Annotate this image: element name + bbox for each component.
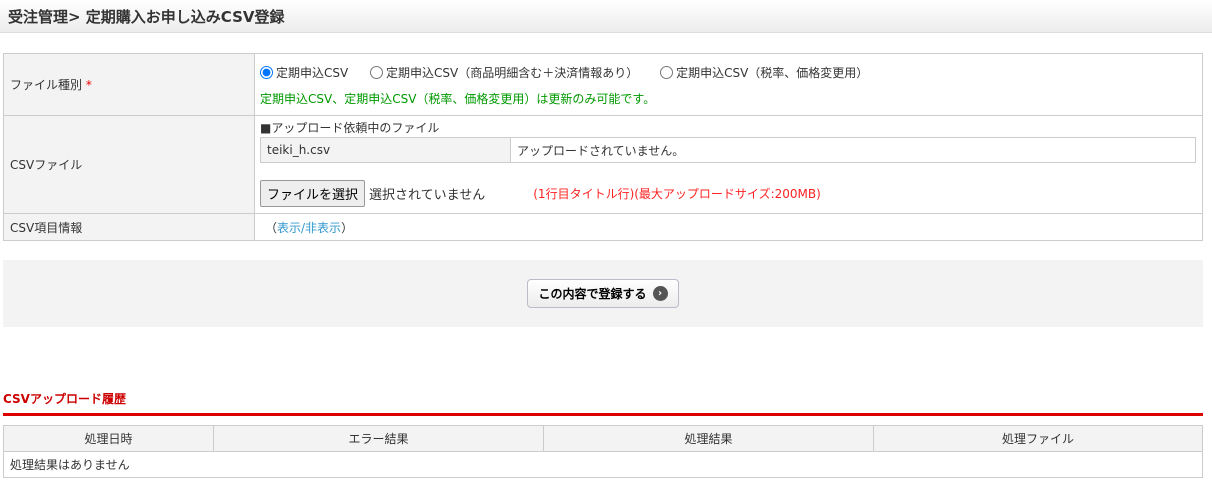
arrow-right-icon: ›	[652, 286, 668, 301]
pending-file-table: teiki_h.csv アップロードされていません。	[260, 137, 1196, 163]
upload-form: ファイル種別 * 定期申込CSV 定期申込CSV（商品明細含む＋決済情報あり） …	[3, 53, 1203, 241]
empty-message: 処理結果はありません	[3, 451, 1203, 478]
register-button[interactable]: この内容で登録する ›	[527, 279, 679, 308]
history-table: 処理日時 エラー結果 処理結果 処理ファイル 処理結果はありません	[3, 425, 1203, 478]
radio-teiki-detail[interactable]: 定期申込CSV（商品明細含む＋決済情報あり）	[370, 64, 638, 81]
col-error: エラー結果	[213, 425, 544, 452]
history-title: CSVアップロード履歴	[3, 390, 1203, 416]
col-date: 処理日時	[3, 425, 214, 452]
pending-file-name: teiki_h.csv	[260, 137, 511, 163]
col-result: 処理結果	[543, 425, 874, 452]
required-mark: *	[85, 78, 92, 92]
upload-hint: (1行目タイトル行)(最大アップロードサイズ:200MB)	[533, 187, 821, 201]
csv-info-label: CSV項目情報	[3, 213, 255, 241]
toggle-csv-info-link[interactable]: 表示/非表示	[277, 221, 341, 235]
no-file-text: 選択されていません	[369, 188, 486, 203]
file-type-label: ファイル種別 *	[3, 53, 255, 116]
radio-teiki[interactable]: 定期申込CSV	[260, 64, 348, 81]
pending-file-status: アップロードされていません。	[510, 137, 1196, 163]
choose-file-button[interactable]: ファイルを選択	[260, 180, 366, 207]
csv-file-label: CSVファイル	[3, 115, 255, 214]
file-type-note: 定期申込CSV、定期申込CSV（税率、価格変更用）は更新のみ可能です。	[260, 92, 656, 106]
radio-teiki-tax[interactable]: 定期申込CSV（税率、価格変更用）	[660, 64, 868, 81]
pending-title: ■アップロード依頼中のファイル	[260, 121, 440, 135]
page-title: 受注管理> 定期購入お申し込みCSV登録	[0, 0, 1212, 33]
col-file: 処理ファイル	[873, 425, 1203, 452]
